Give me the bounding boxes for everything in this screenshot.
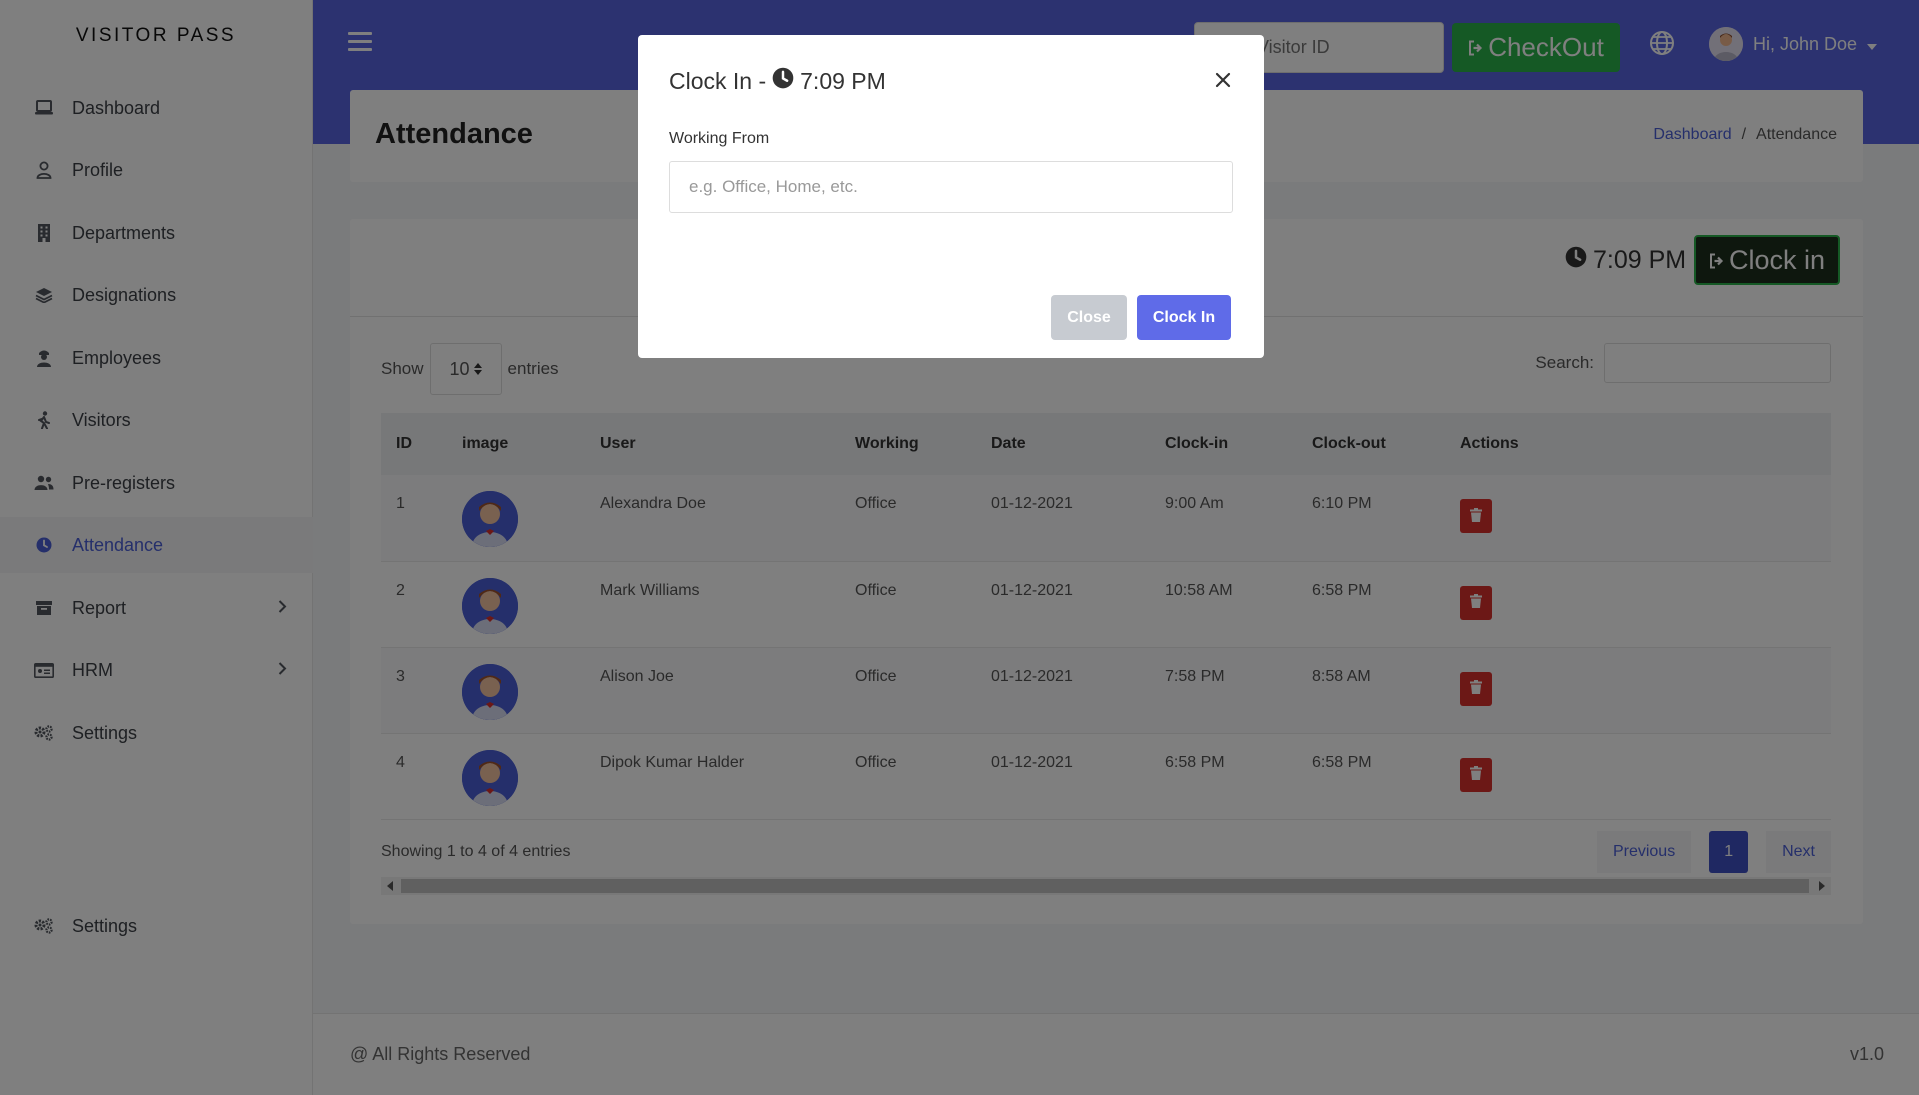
clock-in-submit-button[interactable]: Clock In [1137,295,1231,340]
close-icon[interactable] [1211,67,1235,91]
clock-in-modal: Clock In - 7:09 PM Working From Close Cl… [638,35,1264,358]
modal-title: Clock In - 7:09 PM [669,67,886,95]
close-button[interactable]: Close [1051,295,1127,340]
modal-title-prefix: Clock In - [669,67,767,94]
working-from-input[interactable] [669,161,1233,213]
modal-time: 7:09 PM [800,67,886,94]
working-from-label: Working From [669,130,770,147]
clock-icon [772,67,794,95]
